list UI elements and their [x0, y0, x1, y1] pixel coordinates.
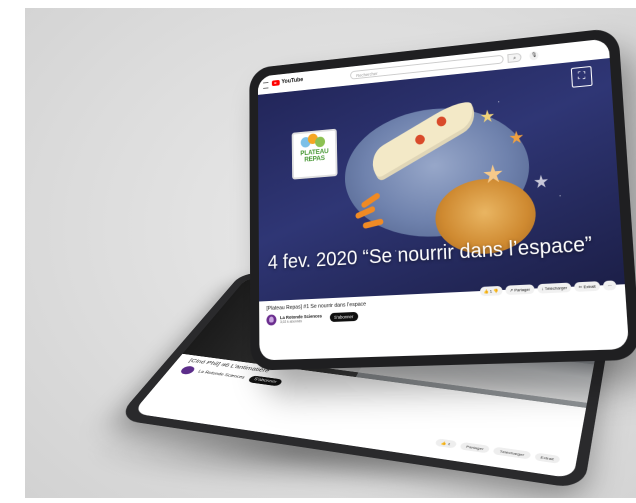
download-label: Télécharger — [545, 285, 568, 291]
product-photo: [Ciné Phil] #6 L’antimatière La Rotonde … — [25, 8, 636, 498]
search-button[interactable]: ⌕ — [507, 53, 521, 63]
thumbs-down-icon: 👎 — [493, 288, 498, 293]
back-like-count: 1 — [447, 442, 451, 446]
channel-avatar[interactable] — [266, 314, 276, 325]
share-icon: ↗ — [509, 287, 513, 292]
hamburger-menu-icon[interactable] — [263, 82, 268, 89]
back-download-button[interactable]: Télécharger — [493, 447, 531, 460]
back-clip-button[interactable]: Extrait — [534, 453, 561, 464]
subscribe-button[interactable]: S'abonner — [329, 312, 358, 322]
subscriber-count: 3,02 k abonnés — [280, 318, 322, 324]
scissors-icon: ✂ — [579, 284, 583, 289]
tomato-slice — [414, 133, 427, 146]
back-channel-avatar[interactable] — [179, 365, 197, 374]
download-icon: ↓ — [541, 286, 543, 291]
logo-circle — [315, 136, 325, 147]
fullscreen-icon[interactable]: ⛶ — [571, 66, 593, 88]
plateau-repas-logo: PLATEAU REPAS — [292, 129, 338, 180]
front-tablet-screen: YouTube Rechercher ⌕ 🎙 PLATEAU REPAS ⛶ 4… — [258, 38, 629, 360]
youtube-logo[interactable]: YouTube — [272, 77, 303, 86]
back-action-bar: 👍 1 Partager Télécharger Extrait — [434, 438, 560, 464]
back-subscribe-button[interactable]: S'abonner — [247, 375, 284, 386]
search-icon: ⌕ — [513, 55, 516, 61]
youtube-logo-text: YouTube — [281, 77, 303, 85]
thumbs-up-icon: 👍 — [483, 289, 488, 294]
front-tablet: YouTube Rechercher ⌕ 🎙 PLATEAU REPAS ⛶ 4… — [249, 27, 636, 370]
youtube-play-icon — [272, 80, 280, 86]
like-count: 1 — [490, 288, 493, 293]
video-player[interactable]: PLATEAU REPAS ⛶ 4 fev. 2020 “Se nourrir … — [258, 58, 625, 301]
back-like-button[interactable]: 👍 1 — [434, 438, 457, 448]
back-channel-name[interactable]: La Rotonde Sciences — [197, 370, 246, 380]
back-share-button[interactable]: Partager — [459, 442, 490, 454]
channel-info: La Rotonde Sciences 3,02 k abonnés — [280, 313, 322, 324]
share-label: Partager — [514, 287, 530, 293]
microphone-icon[interactable]: 🎙 — [529, 51, 538, 61]
tomato-slice — [435, 115, 448, 128]
clip-label: Extrait — [583, 283, 595, 289]
